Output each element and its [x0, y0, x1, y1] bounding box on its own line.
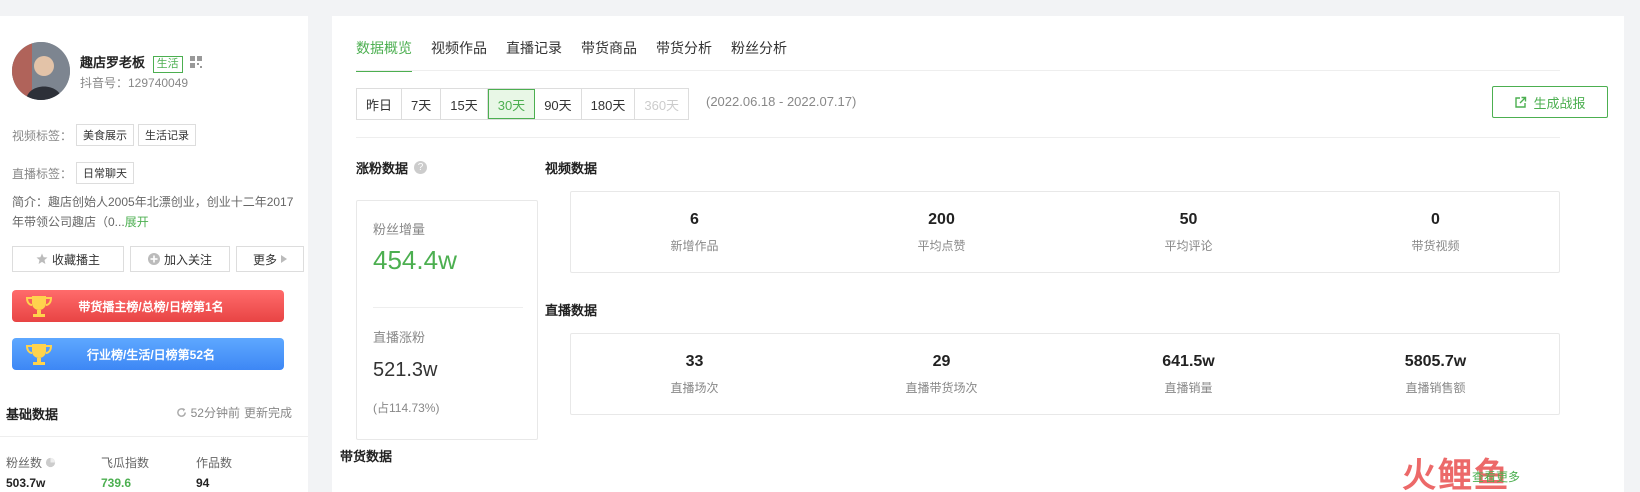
- fans-growth-label: 粉丝增量: [373, 222, 426, 237]
- pie-chart-icon[interactable]: [45, 457, 56, 468]
- live-stat: 33 直播场次: [670, 352, 719, 395]
- external-link-icon: [1515, 96, 1527, 108]
- stat-value-index: 739.6: [101, 476, 132, 490]
- live-section-title: 直播数据: [545, 303, 598, 318]
- help-icon[interactable]: ?: [414, 161, 428, 174]
- live-fans-label: 直播涨粉: [373, 330, 426, 345]
- period-15d[interactable]: 15天: [441, 89, 488, 119]
- avatar[interactable]: [12, 42, 70, 100]
- profile-name-row: 趣店罗老板 生活: [80, 52, 203, 73]
- period-90d[interactable]: 90天: [535, 89, 582, 119]
- generate-report-button[interactable]: 生成战报: [1492, 86, 1608, 118]
- period-selector: 昨日 7天 15天 30天 90天 180天 360天: [356, 88, 690, 120]
- trophy-icon: [25, 344, 53, 365]
- fans-section-title: 涨粉数据 ?: [356, 158, 428, 177]
- period-yesterday[interactable]: 昨日: [357, 89, 403, 119]
- live-stat: 641.5w 直播销量: [1162, 352, 1215, 395]
- follow-button[interactable]: 加入关注: [130, 246, 230, 272]
- update-status[interactable]: 52分钟前 更新完成: [176, 404, 292, 421]
- more-button[interactable]: 更多: [236, 246, 304, 272]
- caret-right-icon: [281, 255, 287, 263]
- industry-rank-banner[interactable]: 行业榜/生活/日榜第52名: [12, 338, 284, 370]
- video-tags-row: 视频标签： 美食展示 生活记录: [12, 124, 197, 146]
- main-tabs: 数据概览 视频作品 直播记录 带货商品 带货分析 粉丝分析: [356, 38, 787, 72]
- profile-panel: 趣店罗老板 生活 抖音号：129740049 视频标签： 美食展示 生活记录 直…: [0, 16, 308, 492]
- star-icon: [36, 253, 48, 264]
- industry-rank-text: 行业榜/生活/日榜第52名: [86, 347, 216, 362]
- sales-rank-text: 带货播主榜/总榜/日榜第1名: [78, 299, 224, 314]
- live-fans-percent: (占114.73%): [373, 401, 440, 415]
- period-7d[interactable]: 7天: [402, 89, 442, 119]
- video-stat: 200 平均点赞: [917, 210, 966, 253]
- profile-name: 趣店罗老板: [80, 55, 146, 70]
- live-fans-value: 521.3w: [373, 359, 438, 381]
- qrcode-icon[interactable]: [190, 56, 203, 68]
- date-range: (2022.06.18 - 2022.07.17): [706, 94, 857, 109]
- trophy-icon: [25, 296, 53, 317]
- collect-button[interactable]: 收藏播主: [12, 246, 124, 272]
- fans-card: 粉丝增量 454.4w 直播涨粉 521.3w (占114.73%): [356, 200, 538, 440]
- more-label: 更多: [252, 252, 277, 267]
- divider: [0, 436, 308, 437]
- video-stat: 50 平均评论: [1164, 210, 1213, 253]
- tab-sales-analysis[interactable]: 带货分析: [656, 38, 712, 72]
- intro-text: 简介：趣店创始人2005年北漂创业，创业十二年2017年带领公司趣店（0...: [12, 195, 294, 229]
- live-stat: 5805.7w 直播销售额: [1404, 352, 1467, 395]
- stat-value-works: 94: [196, 476, 210, 490]
- update-status-text: 更新完成: [243, 406, 292, 420]
- plus-circle-icon: [147, 253, 160, 265]
- sales-rank-banner[interactable]: 带货播主榜/总榜/日榜第1名: [12, 290, 284, 322]
- view-more-link[interactable]: 查看更多: [1472, 468, 1520, 485]
- live-tags-row: 直播标签： 日常聊天: [12, 162, 135, 184]
- live-tags-label: 直播标签：: [12, 166, 73, 181]
- period-180d[interactable]: 180天: [582, 89, 636, 119]
- stat-label-index: 飞瓜指数: [101, 456, 150, 470]
- fans-growth-value: 454.4w: [373, 245, 457, 275]
- video-stat: 0 带货视频: [1411, 210, 1460, 253]
- profile-actions: 收藏播主 加入关注 更多: [12, 246, 304, 272]
- tab-overview[interactable]: 数据概览: [356, 38, 412, 72]
- intro-expand-link[interactable]: 展开: [125, 215, 149, 229]
- refresh-icon: [176, 407, 186, 417]
- tab-goods[interactable]: 带货商品: [581, 38, 637, 72]
- stat-label-fans: 粉丝数: [6, 454, 56, 471]
- video-tags-label: 视频标签：: [12, 128, 73, 143]
- tab-divider: [356, 70, 1560, 71]
- tab-fans-analysis[interactable]: 粉丝分析: [731, 38, 787, 72]
- overview-panel: 数据概览 视频作品 直播记录 带货商品 带货分析 粉丝分析 昨日 7天 15天 …: [332, 16, 1624, 492]
- video-data-card: 6 新增作品 200 平均点赞 50 平均评论 0 带货视频: [570, 191, 1560, 273]
- collect-label: 收藏播主: [51, 252, 100, 267]
- stat-label-works: 作品数: [196, 456, 233, 470]
- divider: [356, 137, 1560, 138]
- stat-value-fans: 503.7w: [6, 476, 46, 490]
- video-tag[interactable]: 美食展示: [76, 124, 135, 146]
- category-tag: 生活: [152, 56, 183, 73]
- generate-report-label: 生成战报: [1533, 95, 1586, 111]
- divider: [373, 307, 523, 308]
- douyin-id: 抖音号：129740049: [80, 76, 189, 90]
- live-stat: 29 直播带货场次: [905, 352, 978, 395]
- live-data-card: 33 直播场次 29 直播带货场次 641.5w 直播销量 5805.7w 直播销售额: [570, 333, 1560, 415]
- live-tag[interactable]: 日常聊天: [76, 162, 135, 184]
- basic-data-title: 基础数据: [6, 407, 59, 422]
- intro: 简介：趣店创始人2005年北漂创业，创业十二年2017年带领公司趣店（0...展…: [12, 192, 302, 232]
- tab-videos[interactable]: 视频作品: [431, 38, 487, 72]
- period-360d: 360天: [644, 97, 680, 113]
- tab-live-records[interactable]: 直播记录: [506, 38, 562, 72]
- video-section-title: 视频数据: [545, 161, 598, 176]
- goods-section-title: 带货数据: [340, 449, 393, 464]
- update-time: 52分钟前: [190, 406, 240, 420]
- video-tag[interactable]: 生活记录: [138, 124, 197, 146]
- video-stat: 6 新增作品: [670, 210, 719, 253]
- follow-label: 加入关注: [163, 252, 212, 267]
- period-30d[interactable]: 30天: [487, 89, 536, 119]
